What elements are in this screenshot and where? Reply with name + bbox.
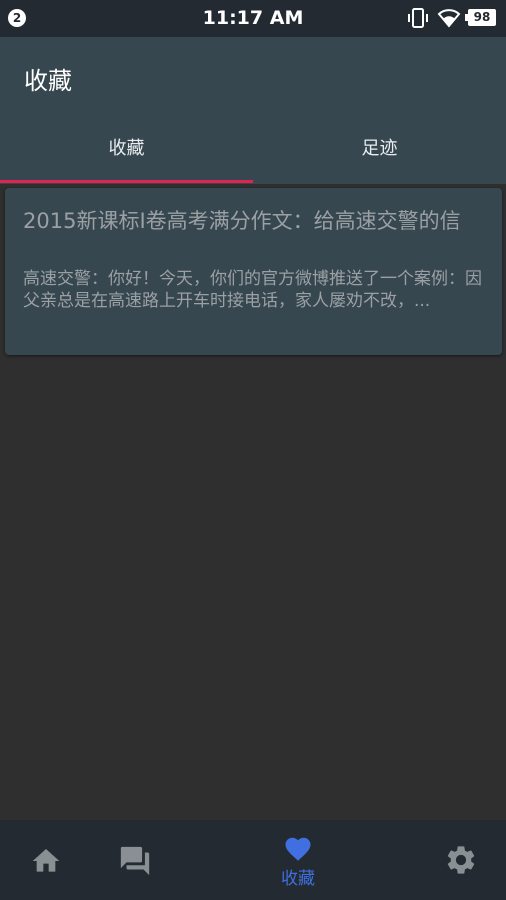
status-bar: 2 11:17 AM 98 bbox=[0, 0, 506, 37]
favorites-list: 2015新课标I卷高考满分作文：给高速交警的信 高速交警：你好！今天，你们的官方… bbox=[0, 184, 506, 820]
nav-home[interactable] bbox=[30, 820, 62, 900]
nav-favorites-label: 收藏 bbox=[281, 869, 315, 889]
chat-icon bbox=[120, 846, 150, 876]
tab-history[interactable]: 足迹 bbox=[253, 125, 506, 181]
page-title: 收藏 bbox=[24, 67, 72, 95]
nav-messages[interactable] bbox=[118, 820, 152, 900]
tab-indicator bbox=[0, 180, 253, 183]
vibrate-icon bbox=[408, 8, 428, 28]
battery-icon: 98 bbox=[465, 9, 496, 26]
heart-icon bbox=[285, 837, 311, 861]
bottom-nav: 收藏 bbox=[0, 820, 506, 900]
favorite-card-title: 2015新课标I卷高考满分作文：给高速交警的信 bbox=[23, 209, 461, 233]
nav-settings[interactable] bbox=[444, 820, 478, 900]
tab-bar: 收藏 足迹 bbox=[0, 125, 506, 184]
gear-icon bbox=[447, 846, 475, 874]
home-icon bbox=[32, 849, 60, 872]
favorite-card-excerpt: 高速交警：你好！今天，你们的官方微博推送了一个案例：因父亲总是在高速路上开车时接… bbox=[23, 269, 482, 311]
tab-favorites[interactable]: 收藏 bbox=[0, 125, 253, 181]
nav-favorites[interactable]: 收藏 bbox=[268, 820, 328, 900]
wifi-icon bbox=[437, 9, 461, 28]
status-clock: 11:17 AM bbox=[202, 7, 304, 29]
app-bar: 收藏 收藏 足迹 bbox=[0, 37, 506, 184]
favorite-card[interactable]: 2015新课标I卷高考满分作文：给高速交警的信 高速交警：你好！今天，你们的官方… bbox=[5, 188, 502, 355]
